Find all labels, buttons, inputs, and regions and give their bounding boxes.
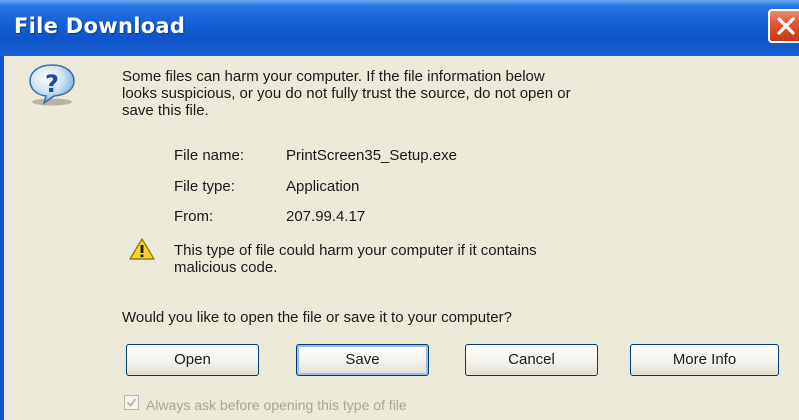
close-button[interactable] bbox=[768, 9, 799, 43]
close-icon bbox=[777, 17, 795, 35]
file-type-value: Application bbox=[286, 178, 360, 195]
warning-icon bbox=[128, 237, 156, 266]
title-bar-highlight bbox=[0, 0, 799, 6]
dialog-title: File Download bbox=[14, 14, 186, 38]
file-download-dialog: File Download ? Some files can harm your… bbox=[0, 0, 799, 420]
save-button[interactable]: Save bbox=[296, 344, 429, 376]
from-label: From: bbox=[174, 208, 214, 225]
title-bar[interactable]: File Download bbox=[0, 0, 799, 56]
file-name-value: PrintScreen35_Setup.exe bbox=[286, 147, 457, 164]
svg-text:?: ? bbox=[45, 70, 59, 98]
checkmark-icon bbox=[126, 398, 137, 407]
message-line-3: save this file. bbox=[122, 102, 209, 119]
cancel-button[interactable]: Cancel bbox=[465, 344, 598, 376]
file-name-label: File name: bbox=[174, 147, 245, 164]
open-button[interactable]: Open bbox=[126, 344, 259, 376]
question-icon: ? bbox=[26, 62, 78, 111]
warning-line-2: malicious code. bbox=[174, 259, 278, 276]
warning-line-1: This type of file could harm your comput… bbox=[174, 242, 537, 259]
message-line-2: looks suspicious, or you do not fully tr… bbox=[122, 85, 571, 102]
file-type-label: File type: bbox=[174, 178, 235, 195]
always-ask-label: Always ask before opening this type of f… bbox=[146, 397, 407, 413]
from-value: 207.99.4.17 bbox=[286, 208, 366, 225]
always-ask-checkbox[interactable] bbox=[124, 395, 139, 410]
message-line-1: Some files can harm your computer. If th… bbox=[122, 68, 545, 85]
more-info-button[interactable]: More Info bbox=[630, 344, 779, 376]
prompt-question: Would you like to open the file or save … bbox=[122, 309, 512, 326]
